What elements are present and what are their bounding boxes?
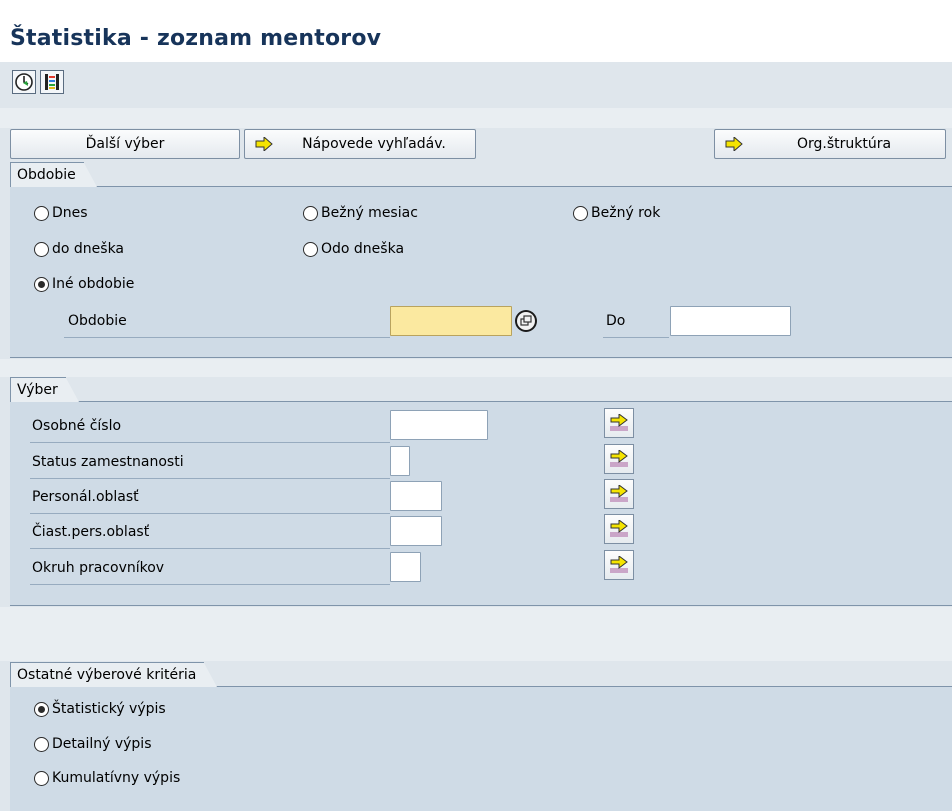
separator-band [0, 108, 952, 128]
ciast-pers-oblast-multiple-selection-button[interactable] [604, 514, 634, 544]
radio-statisticky-label: Štatistický výpis [52, 701, 166, 717]
okruh-pracovnikov-multiple-selection-button[interactable] [604, 550, 634, 580]
okruh-pracovnikov-label: Okruh pracovníkov [32, 560, 165, 576]
obdobie-label: Obdobie [68, 313, 127, 329]
radio-odo-dneska-label: Odo dneška [321, 241, 405, 257]
separator-band [0, 607, 952, 661]
multiple-selection-icon [515, 310, 537, 332]
row-underline [30, 548, 390, 549]
radio-statisticky-circle[interactable] [34, 701, 49, 717]
radio-bezny-mesiac[interactable]: Bežný mesiac [303, 205, 418, 221]
status-zamestnanosti-field[interactable] [390, 446, 410, 476]
arrow-right-icon [725, 137, 743, 151]
radio-detailny-label: Detailný výpis [52, 736, 152, 752]
status-zamestnanosti-label: Status zamestnanosti [32, 454, 184, 470]
row-underline [30, 513, 390, 514]
ostatne-title-label: Ostatné výberové kritéria [17, 667, 197, 683]
radio-kumulativny-circle[interactable] [34, 770, 49, 786]
arrow-right-icon [610, 520, 628, 537]
osobne-cislo-label: Osobné číslo [32, 418, 122, 434]
napovede-label: Nápovede vyhľadáv. [302, 136, 446, 152]
obdobie-field[interactable] [390, 306, 512, 336]
ciast-pers-oblast-field[interactable] [390, 516, 442, 546]
radio-dnes[interactable]: Dnes [34, 205, 88, 221]
execute-clock-icon[interactable] [12, 70, 36, 94]
arrow-right-icon [610, 414, 628, 431]
radio-detailny-vypis[interactable]: Detailný výpis [34, 736, 152, 752]
radio-bezny-mesiac-circle[interactable] [303, 205, 318, 221]
radio-odo-dneska-circle[interactable] [303, 241, 318, 257]
okruh-pracovnikov-field[interactable] [390, 552, 421, 582]
radio-bezny-rok-label: Bežný rok [591, 205, 661, 221]
napovede-button[interactable]: Nápovede vyhľadáv. [244, 129, 476, 159]
personal-oblast-multiple-selection-button[interactable] [604, 479, 634, 509]
radio-dnes-label: Dnes [52, 205, 88, 221]
arrow-right-icon [255, 137, 273, 151]
radio-do-dneska[interactable]: do dneška [34, 241, 124, 257]
personal-oblast-field[interactable] [390, 481, 442, 511]
dalsi-vyber-button[interactable]: Ďalší výber [10, 129, 240, 159]
vyber-group-title: Výber [10, 377, 79, 402]
vyber-title-label: Výber [17, 382, 58, 398]
obdobie-title-label: Obdobie [17, 167, 76, 183]
arrow-right-icon [610, 485, 628, 502]
ostatne-group-title: Ostatné výberové kritéria [10, 662, 218, 687]
do-field[interactable] [670, 306, 791, 336]
radio-kumulativny-label: Kumulatívny výpis [52, 770, 181, 786]
radio-statisticky-vypis[interactable]: Štatistický výpis [34, 701, 166, 717]
arrow-right-icon [610, 450, 628, 467]
org-struktura-label: Org.štruktúra [796, 136, 892, 152]
dalsi-vyber-label: Ďalší výber [85, 136, 165, 152]
radio-do-dneska-label: do dneška [52, 241, 125, 257]
page-title: Štatistika - zoznam mentorov [10, 26, 382, 51]
personal-oblast-label: Personál.oblasť [32, 489, 139, 505]
do-label-underline [603, 337, 669, 338]
radio-bezny-rok-circle[interactable] [573, 205, 588, 221]
radio-do-dneska-circle[interactable] [34, 241, 49, 257]
period-dialog-button[interactable] [512, 306, 540, 336]
radio-detailny-circle[interactable] [34, 736, 49, 752]
status-zamestnanosti-multiple-selection-button[interactable] [604, 444, 634, 474]
application-toolbar [0, 62, 952, 108]
org-struktura-button[interactable]: Org.štruktúra [714, 129, 946, 159]
radio-bezny-rok[interactable]: Bežný rok [573, 205, 660, 221]
radio-odo-dneska[interactable]: Odo dneška [303, 241, 404, 257]
radio-ine-obdobie-label: Iné obdobie [52, 276, 135, 292]
obdobie-label-underline [64, 337, 390, 338]
radio-ine-obdobie[interactable]: Iné obdobie [34, 276, 134, 292]
obdobie-group-title: Obdobie [10, 162, 97, 187]
ciast-pers-oblast-label: Čiast.pers.oblasť [32, 524, 150, 540]
do-label: Do [606, 313, 626, 329]
variant-list-icon[interactable] [40, 70, 64, 94]
radio-dnes-circle[interactable] [34, 205, 49, 221]
separator-band [0, 359, 952, 377]
row-underline [30, 442, 390, 443]
radio-kumulativny-vypis[interactable]: Kumulatívny výpis [34, 770, 180, 786]
row-underline [30, 478, 390, 479]
arrow-right-icon [610, 556, 628, 573]
radio-bezny-mesiac-label: Bežný mesiac [321, 205, 418, 221]
radio-ine-obdobie-circle[interactable] [34, 276, 49, 292]
osobne-cislo-field[interactable] [390, 410, 488, 440]
osobne-cislo-multiple-selection-button[interactable] [604, 408, 634, 438]
row-underline [30, 584, 390, 585]
